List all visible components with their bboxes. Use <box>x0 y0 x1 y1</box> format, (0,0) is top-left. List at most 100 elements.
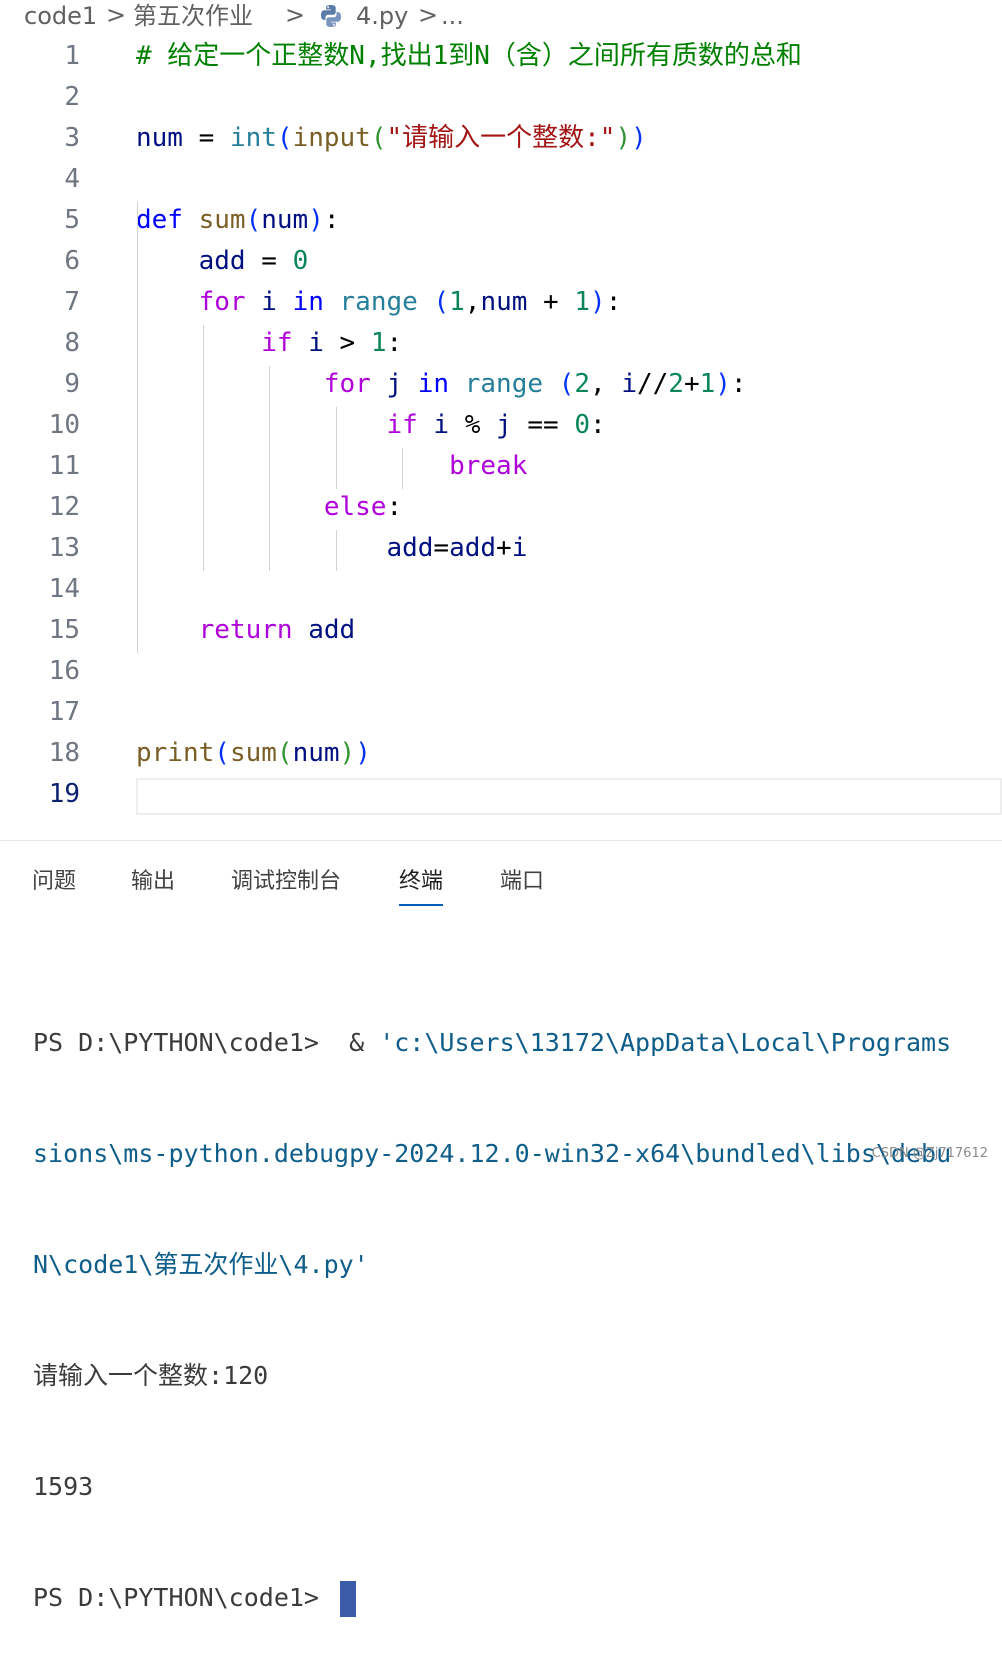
line-number: 1 <box>64 41 80 71</box>
code-line[interactable]: add = 0 <box>136 241 309 282</box>
code-token: : <box>323 205 340 235</box>
panel-tabs: 问题 输出 调试控制台 终端 端口 <box>0 860 1002 906</box>
code-token: ( <box>245 205 262 235</box>
code-token: : <box>730 369 747 399</box>
indent-guide <box>203 325 204 571</box>
code-line[interactable]: for i in range (1,num + 1): <box>136 282 622 323</box>
line-number: 19 <box>48 779 80 809</box>
code-line[interactable]: for j in range (2, i//2+1): <box>136 364 747 405</box>
code-token: return <box>198 615 293 645</box>
tab-terminal[interactable]: 终端 <box>399 860 444 906</box>
breadcrumb-more[interactable]: ... <box>441 0 464 32</box>
code-token: i <box>511 533 528 563</box>
code-token: % <box>449 410 497 440</box>
indent-guide <box>269 366 270 571</box>
code-token: input <box>292 123 371 153</box>
code-token: i <box>261 287 277 317</box>
line-number: 15 <box>48 615 80 645</box>
tab-problems[interactable]: 问题 <box>32 860 76 904</box>
code-token: add <box>449 533 497 563</box>
code-token: i <box>308 328 324 358</box>
code-token: # 给定一个正整数N,找出1到N（含）之间所有质数的总和 <box>136 41 802 71</box>
code-token: num <box>292 738 340 768</box>
terminal-prompt: PS D:\PYTHON\code1> <box>33 1583 335 1612</box>
code-editor[interactable]: 1 2 3 4 5 6 7 8 9 10 11 12 13 14 15 16 17 18 19 # 给定一个正整数N… <box>0 36 1002 836</box>
line-number: 12 <box>48 492 80 522</box>
code-token: ( <box>433 287 450 317</box>
tab-debug-console[interactable]: 调试控制台 <box>231 860 341 904</box>
code-token: ) <box>715 369 731 399</box>
code-token: : <box>589 410 606 440</box>
code-token: if <box>386 410 418 440</box>
code-token: + <box>527 287 575 317</box>
code-token: j <box>496 410 512 440</box>
python-icon <box>321 5 341 27</box>
line-number: 16 <box>48 656 80 686</box>
code-token: , <box>590 369 622 399</box>
code-line[interactable]: num = int(input("请输入一个整数:")) <box>136 118 647 159</box>
code-token: : <box>386 492 403 522</box>
code-token: for <box>323 369 371 399</box>
tab-ports[interactable]: 端口 <box>500 860 544 904</box>
code-token: ) <box>590 287 606 317</box>
code-token: sum <box>198 205 246 235</box>
code-line[interactable]: return add <box>136 610 356 651</box>
tab-output[interactable]: 输出 <box>131 860 175 904</box>
code-token: add <box>386 533 434 563</box>
code-line[interactable]: # 给定一个正整数N,找出1到N（含）之间所有质数的总和 <box>136 36 802 77</box>
code-token: print <box>136 738 215 768</box>
line-number: 9 <box>64 369 80 399</box>
line-number: 8 <box>64 328 80 358</box>
line-number: 13 <box>48 533 80 563</box>
line-number: 7 <box>64 287 80 317</box>
code-token: 2 <box>668 369 684 399</box>
code-token: else <box>323 492 387 522</box>
code-line[interactable]: add=add+i <box>136 528 527 569</box>
code-token: > <box>323 328 371 358</box>
code-line[interactable]: if i % j == 0: <box>136 405 606 446</box>
code-token: sum <box>229 738 277 768</box>
code-line[interactable]: def sum(num): <box>136 200 340 241</box>
breadcrumb-folder[interactable]: code1 <box>24 0 97 32</box>
terminal-line: 请输入一个整数:120 <box>33 1361 269 1390</box>
code-token: 1 <box>449 287 465 317</box>
breadcrumb-subfolder[interactable]: 第五次作业 <box>133 0 253 32</box>
code-token: ( <box>558 369 575 399</box>
line-number: 3 <box>64 123 80 153</box>
code-token: = <box>182 123 230 153</box>
code-token: num <box>136 123 183 153</box>
code-token: num <box>261 205 309 235</box>
breadcrumb-file[interactable]: 4.py <box>356 0 408 32</box>
code-line[interactable]: break <box>136 446 527 487</box>
code-token: def <box>136 205 183 235</box>
code-token: == <box>511 410 575 440</box>
code-line[interactable]: print(sum(num)) <box>136 733 371 774</box>
code-token: ) <box>308 205 324 235</box>
code-token: + <box>683 369 700 399</box>
code-token: i <box>433 410 450 440</box>
watermark: CSDN @Zj717612 <box>871 1146 988 1161</box>
code-token: in <box>417 369 450 399</box>
terminal[interactable]: PS D:\PYTHON\code1> & 'c:\Users\13172\Ap… <box>33 950 1002 1653</box>
code-token: int <box>229 123 277 153</box>
code-token: range <box>464 369 544 399</box>
current-line-highlight <box>136 778 1002 815</box>
terminal-line: PS D:\PYTHON\code1> <box>33 1579 1002 1617</box>
code-token: ( <box>370 123 387 153</box>
code-line[interactable]: if i > 1: <box>136 323 402 364</box>
chevron-right-icon: > <box>106 1 127 29</box>
line-number: 4 <box>64 164 80 194</box>
code-token: ) <box>631 123 647 153</box>
